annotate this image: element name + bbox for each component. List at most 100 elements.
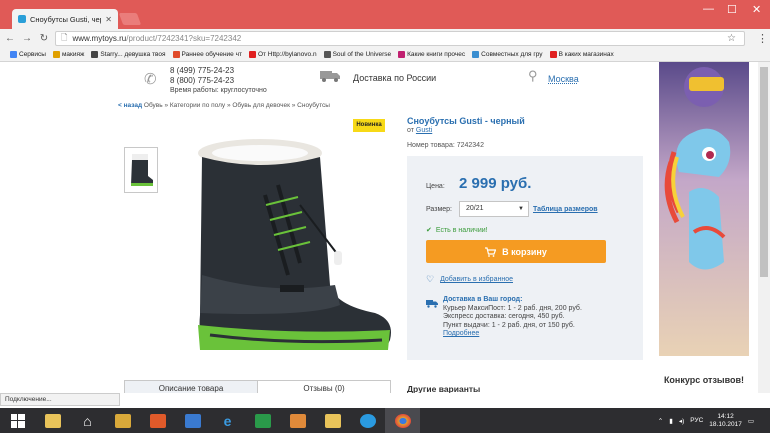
tab-title: Сноубутсы Gusti, черн (30, 14, 102, 24)
bookmark-item[interactable]: Раннее обучение чт (172, 51, 242, 58)
bookmark-label: Сервисы (19, 51, 46, 58)
other-variants-heading: Другие варианты (407, 384, 481, 393)
minimize-icon[interactable]: — (703, 3, 714, 15)
back-link[interactable]: < назад (118, 102, 142, 109)
taskbar-skype[interactable] (350, 408, 385, 433)
shipping-line: Курьер МаксиПост: 1 - 2 раб. дня, 200 ру… (443, 304, 582, 312)
size-table-link[interactable]: Таблица размеров (533, 206, 598, 213)
cart-icon (485, 246, 497, 257)
taskbar-app[interactable] (245, 408, 280, 433)
pony-banner-image (664, 67, 731, 270)
bookmark-label: Какие книги прочес (407, 51, 466, 58)
browser-tab[interactable]: Сноубутсы Gusti, черн ✕ (12, 9, 118, 29)
address-url: www.mytoys.ru/product/7242341?sku=724234… (72, 34, 241, 43)
add-to-cart-button[interactable]: В корзину (426, 240, 606, 263)
folder-icon (52, 51, 60, 58)
stock-status: ✔ Есть в наличии! (426, 226, 488, 235)
bookmark-item[interactable]: Совместных для гру (472, 51, 543, 58)
size-value: 20/21 (466, 205, 484, 212)
tab-reviews[interactable]: Отзывы (0) (258, 380, 391, 393)
taskbar-app[interactable] (140, 408, 175, 433)
new-tab-button[interactable] (118, 13, 142, 25)
address-bar[interactable]: 🗋 www.mytoys.ru/product/7242341?sku=7242… (55, 31, 745, 46)
info-bar: ✆ 8 (499) 775-24-23 8 (800) 775-24-23 Вр… (140, 66, 640, 94)
bookmark-star-icon[interactable]: ☆ (727, 33, 736, 44)
system-tray: ⌃ ▮ ◂) РУС 14:12 18.10.2017 ▭ (658, 408, 770, 433)
page-icon: 🗋 (61, 32, 68, 42)
bookmark-favicon-icon (398, 51, 406, 58)
breadcrumb-path[interactable]: Обувь » Категории по полу » Обувь для де… (144, 102, 330, 109)
taskbar-chrome[interactable] (385, 408, 420, 433)
scrollbar-thumb[interactable] (760, 67, 768, 277)
shipping-more-link[interactable]: Подробнее (443, 330, 582, 339)
bookmark-favicon-icon (472, 51, 480, 58)
phone-icon: ✆ (144, 71, 157, 88)
reload-icon[interactable]: ↻ (37, 33, 51, 44)
taskbar-app[interactable] (175, 408, 210, 433)
product-sku: Номер товара: 7242342 (407, 142, 484, 149)
taskbar-explorer[interactable] (35, 408, 70, 433)
window-close-icon[interactable]: ✕ (752, 3, 761, 16)
network-icon[interactable]: ▮ (669, 417, 673, 425)
volume-icon[interactable]: ◂) (679, 417, 684, 425)
favorites-label: Добавить в избранное (440, 276, 513, 283)
add-to-cart-label: В корзину (502, 246, 547, 257)
media-icon (289, 413, 306, 428)
delivery-truck-icon (426, 300, 438, 308)
notifications-icon[interactable]: ▭ (748, 417, 754, 425)
store-icon (254, 413, 271, 428)
app-icon (114, 413, 131, 428)
bookmark-item[interactable]: Сервисы (10, 51, 46, 58)
city-selector[interactable]: Москва (548, 74, 579, 84)
maximize-icon[interactable]: ☐ (727, 3, 737, 16)
phone-number[interactable]: 8 (499) 775-24-23 (170, 66, 267, 76)
bookmark-item[interactable]: От Http://bylanovo.n (248, 51, 317, 58)
bookmark-label: Раннее обучение чт (181, 51, 242, 58)
phone-number[interactable]: 8 (800) 775-24-23 (170, 76, 267, 86)
bookmark-label: Starry... девушка твоя (100, 51, 166, 58)
tab-description[interactable]: Описание товара (124, 380, 258, 393)
chevron-up-icon[interactable]: ⌃ (658, 417, 663, 425)
breadcrumb: < назад Обувь » Категории по полу » Обув… (118, 102, 330, 109)
shipping-line: Пункт выдачи: 1 - 2 раб. дня, от 150 руб… (443, 321, 575, 329)
taskbar-app[interactable]: e (210, 408, 245, 433)
start-button[interactable] (0, 408, 35, 433)
truck-icon (320, 71, 340, 82)
windows-logo-icon (10, 413, 25, 428)
close-icon[interactable]: ✕ (105, 15, 112, 24)
add-to-favorites[interactable]: ♡ Добавить в избранное (426, 274, 513, 285)
brand-prefix: от (407, 127, 414, 134)
size-select[interactable]: 20/21 ▼ (459, 201, 529, 217)
product-main-image[interactable] (170, 135, 395, 355)
bookmark-item[interactable]: В каких магазинах (549, 51, 614, 58)
forward-arrow-icon[interactable]: → (20, 33, 34, 44)
chevron-down-icon: ▼ (518, 206, 524, 212)
ad-caption[interactable]: Конкурс отзывов! (660, 375, 748, 386)
product-thumbnail[interactable] (124, 147, 158, 193)
clock-time: 14:12 (717, 412, 734, 420)
buy-box: Цена: 2 999 руб. Размер: 20/21 ▼ Таблица… (407, 156, 643, 360)
shipping-info: Доставка в Ваш город: Курьер МаксиПост: … (443, 296, 582, 339)
language-indicator[interactable]: РУС (690, 417, 703, 424)
bookmark-label: макияж (61, 51, 85, 58)
skype-icon (359, 413, 376, 428)
bookmark-item[interactable]: макияж (52, 51, 85, 58)
youtube-icon (248, 51, 256, 58)
bookmark-label: В каких магазинах (558, 51, 614, 58)
menu-icon[interactable]: ⋮ (757, 32, 768, 45)
bookmark-item[interactable]: Какие книги прочес (398, 51, 465, 58)
brand-link[interactable]: Gusti (416, 127, 432, 134)
phone-block: 8 (499) 775-24-23 8 (800) 775-24-23 Врем… (170, 66, 267, 96)
taskbar-app[interactable] (315, 408, 350, 433)
bookmark-favicon-icon (549, 51, 557, 58)
bookmark-item[interactable]: Soul of the Universe (323, 51, 391, 58)
taskbar-home[interactable]: ⌂ (70, 408, 105, 433)
taskbar-app[interactable] (280, 408, 315, 433)
bookmark-item[interactable]: Starry... девушка твоя (91, 51, 166, 58)
shipping-title: Доставка в Ваш город: (443, 296, 523, 303)
taskbar-app[interactable] (105, 408, 140, 433)
system-clock[interactable]: 14:12 18.10.2017 (709, 413, 742, 429)
back-arrow-icon[interactable]: ← (3, 33, 17, 44)
side-banner-ad[interactable] (659, 62, 749, 356)
new-badge: Новинка (353, 119, 385, 132)
